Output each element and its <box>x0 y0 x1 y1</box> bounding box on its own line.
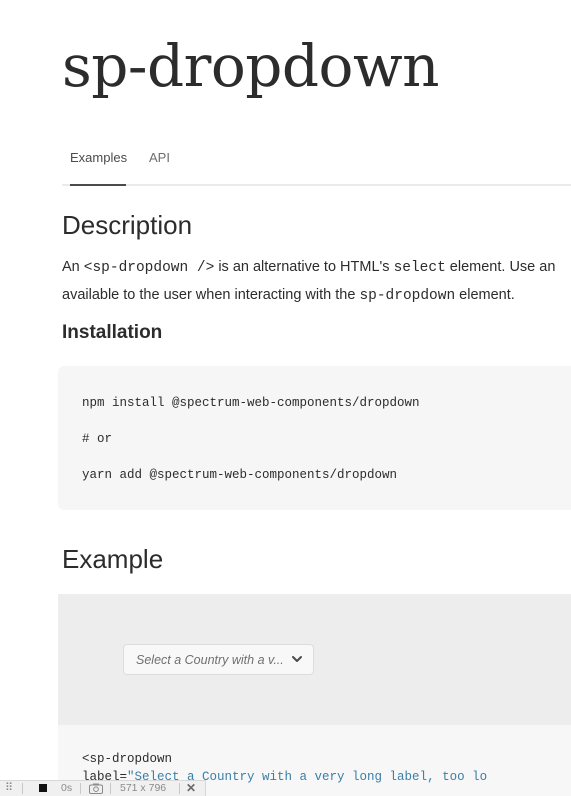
elapsed-time: 0s <box>61 782 73 794</box>
code-line: npm install @spectrum-web-components/dro… <box>82 396 420 410</box>
divider <box>110 783 111 794</box>
description-heading: Description <box>62 210 193 240</box>
close-icon[interactable]: ✕ <box>186 781 196 795</box>
installation-code-block[interactable]: npm install @spectrum-web-components/dro… <box>58 366 571 510</box>
tab-selected-indicator <box>70 184 126 186</box>
stop-icon[interactable] <box>39 784 47 792</box>
tab-api[interactable]: API <box>149 150 170 184</box>
country-dropdown[interactable]: Select a Country with a v... <box>123 644 314 675</box>
chevron-down-icon <box>292 656 302 662</box>
devtools-toolbar: ⠿ 0s 571 x 796 ✕ <box>0 780 206 796</box>
installation-heading: Installation <box>62 322 163 343</box>
inline-code-sp-dropdown: sp-dropdown <box>359 288 456 304</box>
example-demo-stage: Select a Country with a v... <box>58 594 571 725</box>
dropdown-label: Select a Country with a v... <box>136 653 284 667</box>
example-heading: Example <box>62 544 164 574</box>
description-text-5: element. <box>455 287 515 303</box>
description-text-1: An <box>62 259 84 275</box>
description-text-4: available to the user when interacting w… <box>62 287 360 303</box>
description-text-3: element. Use an <box>445 259 556 275</box>
page-title: sp-dropdown <box>62 32 439 100</box>
tab-examples[interactable]: Examples <box>70 150 127 184</box>
tab-list: Examples API <box>62 150 571 186</box>
divider <box>22 783 23 794</box>
code-line: <sp-dropdown <box>82 752 173 766</box>
divider <box>179 783 180 794</box>
code-line: yarn add @spectrum-web-components/dropdo… <box>82 468 398 482</box>
inline-code-sp-dropdown-tag: <sp-dropdown /> <box>83 260 215 276</box>
inline-code-select: select <box>393 260 446 276</box>
camera-icon[interactable] <box>89 783 103 794</box>
description-text-2: is an alternative to HTML's <box>214 259 394 275</box>
divider <box>80 783 81 794</box>
example-panel: Select a Country with a v... <sp-dropdow… <box>58 594 571 796</box>
drag-handle-icon[interactable]: ⠿ <box>5 781 13 794</box>
code-line: # or <box>82 432 113 446</box>
viewport-size: 571 x 796 <box>120 782 167 794</box>
description-text: An <sp-dropdown /> is an alternative to … <box>62 254 571 310</box>
